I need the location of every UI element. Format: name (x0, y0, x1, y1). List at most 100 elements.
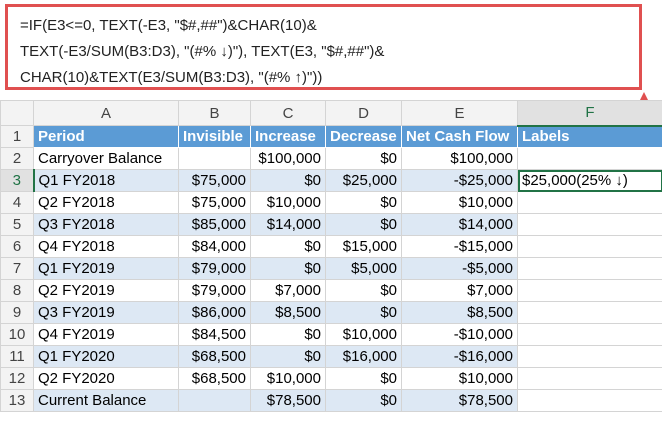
cell-invisible[interactable]: $75,000 (178, 169, 251, 192)
cell-decrease[interactable]: $0 (325, 213, 402, 236)
row-header[interactable]: 12 (0, 367, 34, 390)
cell-invisible[interactable]: $85,000 (178, 213, 251, 236)
cell-labels[interactable] (517, 279, 662, 302)
cell-decrease[interactable]: $0 (325, 301, 402, 324)
cell-net-cash-flow[interactable]: -$10,000 (401, 323, 518, 346)
cell-net-cash-flow[interactable]: -$25,000 (401, 169, 518, 192)
cell-invisible[interactable]: $86,000 (178, 301, 251, 324)
cell-labels[interactable] (517, 389, 662, 412)
header-cell-period[interactable]: Period (33, 125, 179, 148)
cell-period[interactable]: Q3 FY2018 (33, 213, 179, 236)
cell-increase[interactable]: $0 (250, 323, 326, 346)
cell-period[interactable]: Q3 FY2019 (33, 301, 179, 324)
cell-period[interactable]: Q2 FY2020 (33, 367, 179, 390)
column-header-d[interactable]: D (325, 100, 402, 126)
row-header[interactable]: 11 (0, 345, 34, 368)
cell-invisible[interactable] (178, 389, 251, 412)
header-cell-invisible[interactable]: Invisible (178, 125, 251, 148)
cell-decrease[interactable]: $0 (325, 279, 402, 302)
cell-period[interactable]: Q4 FY2019 (33, 323, 179, 346)
cell-invisible[interactable]: $75,000 (178, 191, 251, 214)
cell-net-cash-flow[interactable]: $7,000 (401, 279, 518, 302)
cell-labels[interactable] (517, 367, 662, 390)
cell-invisible[interactable]: $68,500 (178, 345, 251, 368)
row-header[interactable]: 6 (0, 235, 34, 258)
cell-invisible[interactable]: $68,500 (178, 367, 251, 390)
header-cell-increase[interactable]: Increase (250, 125, 326, 148)
header-cell-decrease[interactable]: Decrease (325, 125, 402, 148)
row-header[interactable]: 13 (0, 389, 34, 412)
cell-net-cash-flow[interactable]: -$16,000 (401, 345, 518, 368)
cell-net-cash-flow[interactable]: $14,000 (401, 213, 518, 236)
cell-decrease[interactable]: $0 (325, 367, 402, 390)
cell-invisible[interactable]: $79,000 (178, 279, 251, 302)
cell-net-cash-flow[interactable]: -$5,000 (401, 257, 518, 280)
cell-increase[interactable]: $0 (250, 257, 326, 280)
cell-invisible[interactable] (178, 147, 251, 170)
cell-net-cash-flow[interactable]: -$15,000 (401, 235, 518, 258)
row-header[interactable]: 5 (0, 213, 34, 236)
cell-increase[interactable]: $100,000 (250, 147, 326, 170)
cell-labels[interactable] (517, 235, 662, 258)
cell-period[interactable]: Q4 FY2018 (33, 235, 179, 258)
header-cell-labels[interactable]: Labels (517, 125, 662, 148)
cell-increase[interactable]: $14,000 (250, 213, 326, 236)
cell-period[interactable]: Q2 FY2019 (33, 279, 179, 302)
row-header[interactable]: 10 (0, 323, 34, 346)
column-header-e[interactable]: E (401, 100, 518, 126)
cell-increase[interactable]: $0 (250, 169, 326, 192)
cell-labels[interactable] (517, 191, 662, 214)
table-header-row: 1 Period Invisible Increase Decrease Net Cash… (0, 125, 662, 148)
cell-invisible[interactable]: $79,000 (178, 257, 251, 280)
header-cell-net-cash-flow[interactable]: Net Cash Flow (401, 125, 518, 148)
cell-period[interactable]: Q1 FY2019 (33, 257, 179, 280)
cell-decrease[interactable]: $0 (325, 389, 402, 412)
cell-net-cash-flow[interactable]: $8,500 (401, 301, 518, 324)
cell-increase[interactable]: $8,500 (250, 301, 326, 324)
row-header[interactable]: 4 (0, 191, 34, 214)
cell-invisible[interactable]: $84,000 (178, 235, 251, 258)
cell-period[interactable]: Q1 FY2018 (33, 169, 179, 192)
cell-labels[interactable] (517, 301, 662, 324)
row-header[interactable]: 7 (0, 257, 34, 280)
cell-increase[interactable]: $10,000 (250, 367, 326, 390)
cell-decrease[interactable]: $25,000 (325, 169, 402, 192)
cell-decrease[interactable]: $16,000 (325, 345, 402, 368)
cell-labels[interactable]: $25,000(25% ↓) (517, 169, 662, 192)
cell-invisible[interactable]: $84,500 (178, 323, 251, 346)
cell-labels[interactable] (517, 213, 662, 236)
select-all-corner[interactable] (0, 100, 34, 126)
row-header[interactable]: 2 (0, 147, 34, 170)
cell-labels[interactable] (517, 323, 662, 346)
cell-net-cash-flow[interactable]: $10,000 (401, 367, 518, 390)
cell-period[interactable]: Q2 FY2018 (33, 191, 179, 214)
cell-net-cash-flow[interactable]: $100,000 (401, 147, 518, 170)
cell-labels[interactable] (517, 345, 662, 368)
row-header[interactable]: 8 (0, 279, 34, 302)
row-header[interactable]: 1 (0, 125, 34, 148)
cell-labels[interactable] (517, 257, 662, 280)
cell-increase[interactable]: $0 (250, 345, 326, 368)
cell-period[interactable]: Carryover Balance (33, 147, 179, 170)
cell-decrease[interactable]: $0 (325, 191, 402, 214)
cell-increase[interactable]: $7,000 (250, 279, 326, 302)
cell-decrease[interactable]: $10,000 (325, 323, 402, 346)
formula-bar[interactable]: =IF(E3<=0, TEXT(-E3, "$#,##")&CHAR(10)& … (5, 4, 642, 90)
column-header-f[interactable]: F (517, 100, 662, 127)
cell-decrease[interactable]: $0 (325, 147, 402, 170)
column-header-b[interactable]: B (178, 100, 251, 126)
cell-decrease[interactable]: $15,000 (325, 235, 402, 258)
row-header[interactable]: 9 (0, 301, 34, 324)
cell-net-cash-flow[interactable]: $78,500 (401, 389, 518, 412)
cell-increase[interactable]: $0 (250, 235, 326, 258)
cell-increase[interactable]: $10,000 (250, 191, 326, 214)
cell-period[interactable]: Current Balance (33, 389, 179, 412)
cell-period[interactable]: Q1 FY2020 (33, 345, 179, 368)
row-header[interactable]: 3 (0, 169, 35, 192)
cell-net-cash-flow[interactable]: $10,000 (401, 191, 518, 214)
cell-decrease[interactable]: $5,000 (325, 257, 402, 280)
column-header-c[interactable]: C (250, 100, 326, 126)
cell-labels[interactable] (517, 147, 662, 170)
column-header-a[interactable]: A (33, 100, 179, 126)
cell-increase[interactable]: $78,500 (250, 389, 326, 412)
